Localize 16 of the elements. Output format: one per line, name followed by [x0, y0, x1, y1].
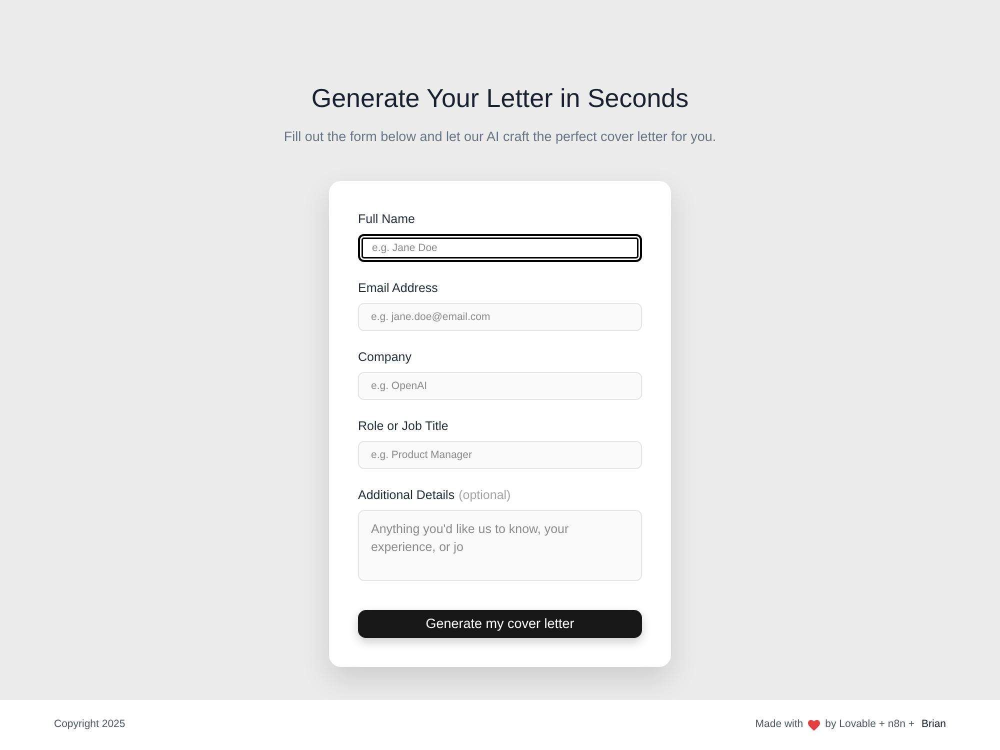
author-link[interactable]: Brian — [921, 717, 946, 733]
credit-text: Made with — [755, 717, 804, 732]
field-label: Company — [358, 349, 412, 365]
details-textarea[interactable]: Anything you'd like us to know, your experience, or jo — [358, 510, 642, 581]
text-input-field[interactable]: e.g. Jane Doe — [358, 234, 642, 262]
page-subtitle: Fill out the form below and let our AI craft the perfect cover letter for you. — [284, 128, 716, 146]
generate-button[interactable]: Generate my cover letter — [358, 610, 642, 638]
page-title: Generate Your Letter in Seconds — [311, 82, 689, 114]
credit-text: by Lovable + n8n + — [825, 717, 914, 732]
field-label: Email Address — [358, 280, 438, 296]
field-label: Full Name — [358, 211, 415, 227]
field-label: Additional Details — [358, 487, 455, 503]
field-label: Role or Job Title — [358, 418, 448, 434]
optional-hint: (optional) — [458, 487, 511, 503]
copyright-text: Copyright 2025 — [54, 717, 126, 732]
heart-icon — [808, 720, 820, 730]
